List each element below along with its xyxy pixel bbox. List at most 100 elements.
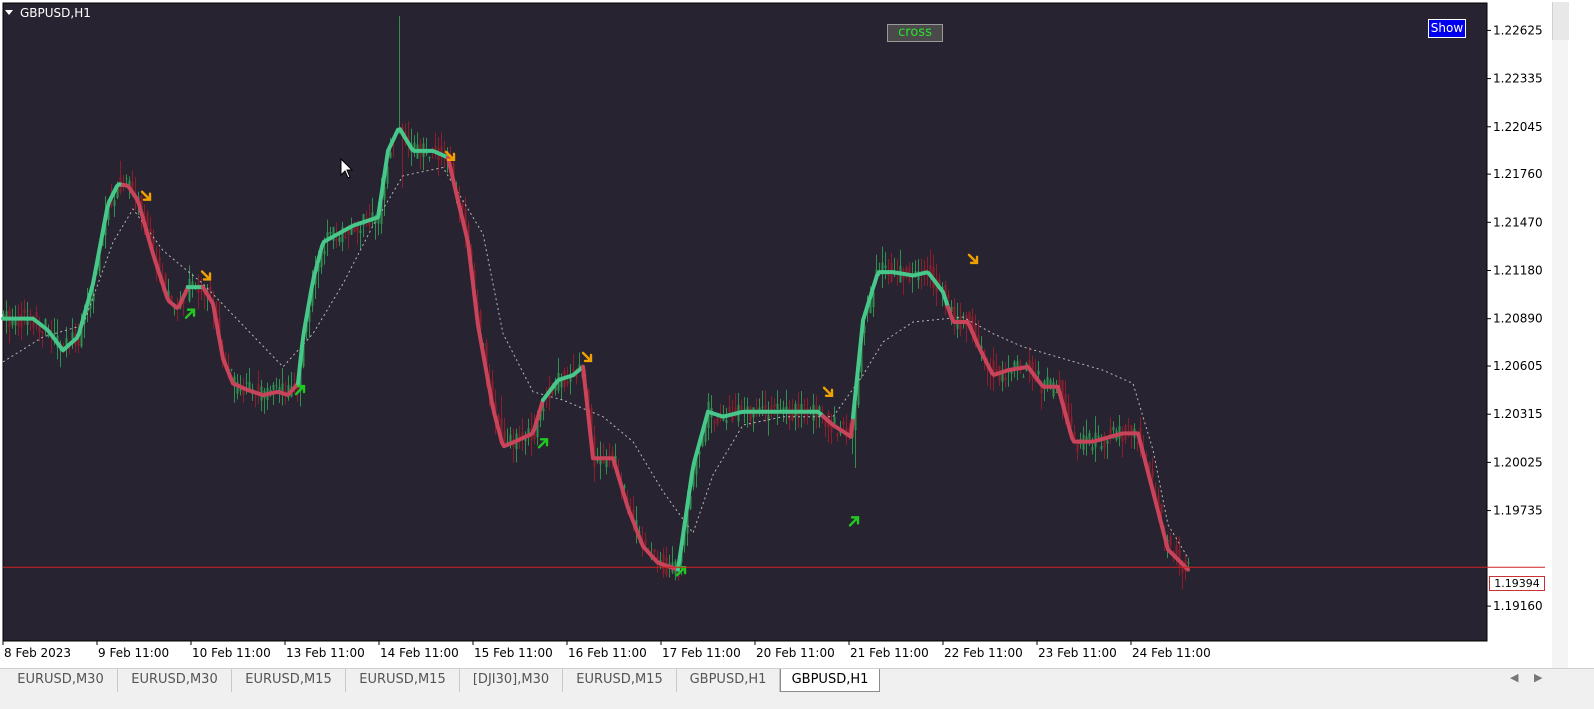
price-tick-label: 1.20315 [1493, 407, 1543, 421]
chart-menu-arrow-icon[interactable] [5, 10, 13, 15]
candle [389, 152, 392, 158]
candle [41, 330, 44, 334]
indicator-cross-label: cross [887, 24, 943, 42]
candle [1052, 382, 1055, 397]
tab-scroll-left-icon[interactable]: ◀ [1510, 671, 1518, 684]
candle [719, 418, 722, 420]
price-tick-label: 1.20890 [1493, 312, 1543, 326]
candle [668, 563, 671, 565]
price-tick-label: 1.21470 [1493, 215, 1543, 229]
candle [770, 405, 773, 410]
candle [38, 326, 41, 333]
time-tick-label: 21 Feb 11:00 [850, 646, 929, 660]
chart-tab[interactable]: EURUSD,M30 [118, 669, 232, 692]
candle [35, 312, 38, 317]
candle [749, 407, 752, 421]
price-tick-label: 1.21760 [1493, 167, 1543, 181]
candle [1136, 442, 1139, 444]
candle [824, 421, 827, 427]
time-tick-label: 8 Feb 2023 [4, 646, 71, 660]
candle [1091, 447, 1094, 451]
candle [1160, 504, 1163, 514]
chart-tab[interactable]: EURUSD,M15 [232, 669, 346, 692]
candle [200, 290, 203, 293]
chart-tab[interactable]: EURUSD,M30 [4, 669, 118, 692]
chart-tab-active[interactable]: GBPUSD,H1 [780, 669, 880, 692]
time-tick-label: 20 Feb 11:00 [756, 646, 835, 660]
candle [272, 384, 275, 390]
candle [239, 389, 242, 392]
candle [323, 250, 326, 255]
candle [776, 403, 779, 410]
time-tick-label: 9 Feb 11:00 [98, 646, 169, 660]
price-tick-label: 1.22625 [1493, 23, 1543, 37]
candle [1106, 440, 1109, 444]
price-tick-label: 1.22045 [1493, 120, 1543, 134]
price-tick-label: 1.21180 [1493, 263, 1543, 277]
candle [716, 417, 719, 424]
candle [1187, 562, 1190, 564]
chart-window[interactable]: 1.22625 1.22335 1.22045 1.21760 1.21470 1.211… [0, 0, 1569, 668]
candle [338, 237, 341, 242]
time-tick-label: 13 Feb 11:00 [286, 646, 365, 660]
candle [725, 419, 728, 424]
candle [17, 321, 20, 327]
price-tick-label: 1.19160 [1493, 599, 1543, 613]
candle [164, 274, 167, 285]
candle [566, 381, 569, 385]
candle [1019, 364, 1022, 367]
candle [1112, 426, 1115, 431]
candle [1055, 392, 1058, 394]
chart-tab[interactable]: EURUSD,M15 [563, 669, 677, 692]
chart-tab[interactable]: GBPUSD,H1 [677, 669, 780, 692]
candle [842, 421, 845, 425]
candle [1037, 370, 1040, 375]
candle [1097, 435, 1100, 438]
time-tick-label: 15 Feb 11:00 [474, 646, 553, 660]
candle [653, 549, 656, 553]
candle [740, 406, 743, 410]
candle [713, 421, 716, 424]
status-bar [0, 692, 1594, 709]
candle [428, 157, 431, 159]
candle [1004, 377, 1007, 380]
candle [761, 406, 764, 408]
candle [335, 238, 338, 241]
candle [131, 181, 134, 189]
candle [1109, 428, 1112, 436]
candle [29, 314, 32, 316]
candle [53, 333, 56, 335]
vertical-scrollbar[interactable] [1552, 40, 1568, 668]
candle [947, 294, 950, 299]
candle [230, 368, 233, 370]
chart-symbol-title: GBPUSD,H1 [20, 6, 91, 20]
candle [1127, 425, 1130, 427]
candle [1151, 469, 1154, 478]
chart-tab-bar: EURUSD,M30 EURUSD,M30 EURUSD,M15 EURUSD,… [0, 668, 1594, 692]
candle [32, 321, 35, 328]
candle [1121, 436, 1124, 442]
vertical-scroll-thumb[interactable] [1552, 2, 1569, 40]
plot-area [2, 2, 1488, 642]
candle [1088, 432, 1091, 440]
candle [209, 286, 212, 293]
candle [254, 396, 257, 398]
candle [572, 369, 575, 372]
candle [245, 382, 248, 384]
chart-tab[interactable]: [DJI30],M30 [460, 669, 563, 692]
candle [1169, 535, 1172, 546]
current-price-tag: 1.19394 [1489, 576, 1545, 591]
price-chart[interactable]: 1.22625 1.22335 1.22045 1.21760 1.21470 1.211… [0, 0, 1568, 668]
candle [356, 226, 359, 232]
mouse-cursor-icon [340, 158, 354, 179]
tab-scroll-right-icon[interactable]: ▶ [1534, 671, 1542, 684]
candle [434, 145, 437, 149]
chart-tab[interactable]: EURUSD,M15 [346, 669, 460, 692]
candle [728, 406, 731, 413]
candle [1013, 361, 1016, 368]
candle [542, 408, 545, 412]
candle [275, 385, 278, 387]
show-button[interactable]: Show [1428, 19, 1466, 38]
price-tick-label: 1.19735 [1493, 504, 1543, 518]
candle [113, 200, 116, 207]
